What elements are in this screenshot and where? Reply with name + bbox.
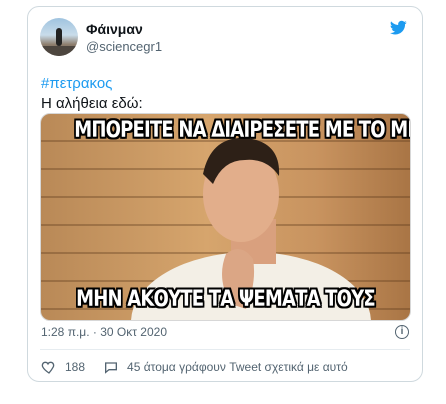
avatar[interactable] — [40, 18, 78, 56]
heart-icon — [41, 361, 55, 374]
reply-text: 45 άτομα γράφουν Tweet σχετικά με αυτό — [127, 360, 348, 374]
hashtag-link[interactable]: #πετρακος — [41, 75, 112, 92]
meme-bottom-caption: ΜΗΝ ΑΚΟΥΤΕ ΤΑ ΨΕΜΑΤΑ ΤΟΥΣ — [76, 287, 376, 312]
tweet-text: Η αλήθεια εδώ: — [41, 95, 143, 112]
tweet-timestamp[interactable]: 1:28 π.μ. · 30 Οκτ 2020 — [41, 325, 167, 339]
meme-top-caption: ΜΠΟΡΕΙΤΕ ΝΑ ΔΙΑΙΡΕΣΕΤΕ ΜΕ ΤΟ ΜΗΔΕΝ — [74, 118, 410, 143]
reply-action[interactable]: 45 άτομα γράφουν Tweet σχετικά με αυτό — [103, 359, 348, 375]
twitter-bird-icon[interactable] — [388, 19, 408, 37]
divider — [40, 349, 410, 350]
avatar-ground — [40, 46, 78, 56]
author-handle[interactable]: @sciencegr1 — [86, 39, 162, 54]
like-action[interactable]: 188 — [41, 359, 85, 375]
avatar-figure — [56, 28, 62, 46]
comment-icon — [105, 362, 118, 374]
info-icon[interactable]: i — [395, 325, 409, 339]
meme-image[interactable]: ΜΠΟΡΕΙΤΕ ΝΑ ΔΙΑΙΡΕΣΕΤΕ ΜΕ ΤΟ ΜΗΔΕΝ ΜΗΝ Α… — [40, 113, 411, 321]
tweet-actions: 188 45 άτομα γράφουν Tweet σχετικά με αυ… — [41, 359, 348, 375]
tweet-card[interactable]: Φάινμαν @sciencegr1 #πετρακος Η αλήθεια … — [27, 6, 423, 382]
likes-count: 188 — [65, 360, 86, 374]
author-name[interactable]: Φάινμαν — [86, 21, 143, 37]
